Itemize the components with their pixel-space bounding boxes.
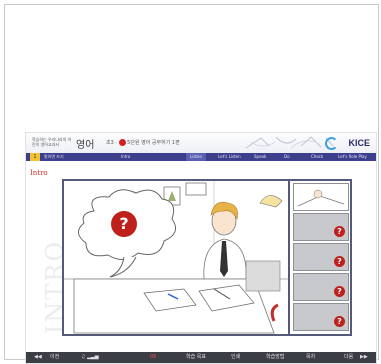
nav-item-speak[interactable]: Speak	[254, 153, 266, 161]
prev-button[interactable]: 이전	[50, 353, 59, 362]
lesson-window: 학습하는 우리나라의 어린이 영어교과서 영어 초3 · 5단원 영어 공부하기…	[25, 132, 377, 364]
thumbnail-question-icon: ?	[334, 286, 345, 297]
thumbnail-1[interactable]	[293, 183, 349, 211]
bottom-control-bar: ◀◀ 이전 ♫ ▂▃▅ 05 학습 목표 인쇄 학습방법 목차 다음 ▶▶	[26, 352, 376, 363]
brand-logo: KICE	[348, 138, 370, 148]
header-sketch-decoration	[245, 136, 334, 149]
nav-item-lets-listen[interactable]: Let's Listen	[218, 153, 241, 161]
thumbnail-3[interactable]: ?	[293, 243, 349, 271]
thumbnail-question-icon: ?	[334, 226, 345, 237]
lesson-nav: 1 말하면 쓰기 Intro Listen Let's Listen Speak…	[26, 153, 376, 161]
thumbnail-5[interactable]: ?	[293, 303, 349, 331]
thumbnail-2[interactable]: ?	[293, 213, 349, 241]
print-button[interactable]: 인쇄	[231, 353, 240, 362]
thumbnail-1-illustration	[297, 189, 345, 207]
prev-arrow-icon[interactable]: ◀◀	[34, 353, 42, 362]
study-method-button[interactable]: 학습방법	[266, 353, 284, 362]
contents-button[interactable]: 목차	[306, 353, 315, 362]
nav-item-intro[interactable]: Intro	[121, 153, 130, 161]
thumbnail-question-icon: ?	[334, 316, 345, 327]
scene-thumbnail-list: ? ? ? ?	[288, 179, 352, 336]
breadcrumb-prefix: 초3 ·	[106, 140, 117, 146]
kice-logo-icon	[325, 137, 338, 150]
publisher-text: 학습하는 우리나라의 어린이 영어교과서	[32, 137, 72, 147]
lesson-dot-icon	[118, 139, 126, 146]
nav-item-role-play[interactable]: Let's Role Play	[338, 153, 367, 161]
main-scene[interactable]: ?	[62, 179, 291, 336]
volume-icon[interactable]: ♫ ▂▃▅	[81, 353, 99, 362]
thumbnail-4[interactable]: ?	[293, 273, 349, 301]
thumbnail-question-icon: ?	[334, 256, 345, 267]
header: 학습하는 우리나라의 어린이 영어교과서 영어 초3 · 5단원 영어 공부하기…	[26, 133, 376, 153]
lesson-title: 말하면 쓰기	[44, 154, 64, 159]
intro-label: Intro	[30, 169, 48, 177]
breadcrumb-title: 영어 공부하기 1편	[141, 140, 180, 146]
nav-item-listen[interactable]: Listen	[186, 153, 206, 161]
nav-item-check[interactable]: Check	[311, 153, 323, 161]
office-scene-illustration	[64, 181, 289, 334]
goal-button[interactable]: 학습 목표	[186, 353, 206, 362]
lesson-number: 1	[30, 153, 40, 161]
breadcrumb: 초3 · 5단원 영어 공부하기 1편	[106, 139, 180, 146]
page-number: 05	[150, 354, 157, 360]
nav-item-do[interactable]: Do	[284, 153, 290, 161]
next-arrow-icon[interactable]: ▶▶	[360, 353, 368, 362]
breadcrumb-lesson: 5단원	[127, 140, 140, 146]
next-button[interactable]: 다음	[344, 353, 353, 362]
subject-title: 영어	[76, 140, 95, 151]
question-bubble-icon[interactable]: ?	[111, 211, 137, 237]
